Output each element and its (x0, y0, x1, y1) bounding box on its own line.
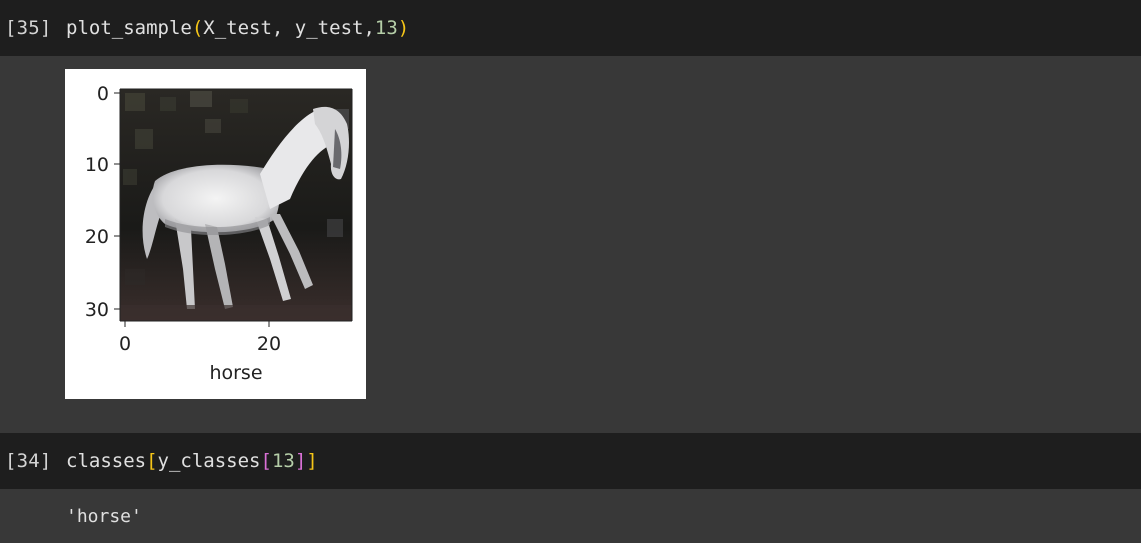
code-line[interactable]: plot_sample(X_test, y_test,13) (66, 17, 409, 39)
plot-svg: 0 10 20 30 0 20 horse (85, 83, 353, 384)
x-tick-label: 0 (119, 333, 131, 355)
code-number: 13 (374, 17, 398, 39)
code-cell-35-input[interactable]: [35] plot_sample(X_test, y_test,13) (0, 0, 1141, 56)
execution-count: [34] (5, 450, 52, 472)
y-tick-label: 30 (85, 299, 109, 321)
cell-output-text: 'horse' (66, 506, 142, 527)
code-open-paren: ( (191, 17, 204, 39)
code-inner-variable: y_classes (157, 450, 261, 472)
y-tick-label: 10 (85, 154, 109, 176)
code-open-bracket: [ (146, 450, 158, 472)
code-close-paren: ) (397, 17, 410, 39)
code-variable: classes (66, 450, 147, 472)
code-args: X_test, y_test, (203, 17, 375, 39)
code-cell-34-input[interactable]: [34] classes[y_classes[13]] (0, 433, 1141, 489)
y-tick-label: 20 (85, 226, 109, 248)
code-close-bracket: ] (306, 450, 318, 472)
x-ticks: 0 20 (119, 321, 281, 355)
y-ticks: 0 10 20 30 (85, 83, 120, 321)
x-tick-label: 20 (257, 333, 281, 355)
matplotlib-figure: 0 10 20 30 0 20 horse (65, 69, 366, 399)
image-axes (120, 89, 352, 321)
code-line[interactable]: classes[y_classes[13]] (66, 450, 318, 472)
execution-count: [35] (5, 17, 52, 39)
code-close-bracket-inner: ] (294, 450, 307, 472)
x-axis-label: horse (209, 362, 262, 384)
code-number: 13 (271, 450, 295, 472)
code-function-name: plot_sample (66, 17, 192, 39)
y-tick-label: 0 (97, 83, 109, 105)
code-open-bracket-inner: [ (260, 450, 272, 472)
